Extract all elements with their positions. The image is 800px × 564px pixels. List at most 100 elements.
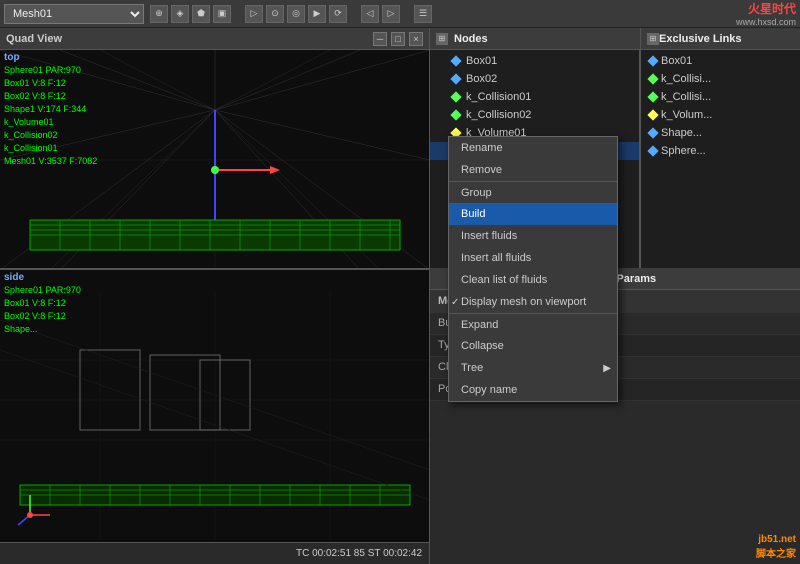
exc-label-1: k_Collisi... <box>661 73 711 85</box>
ctx-label-0: Rename <box>461 142 503 154</box>
node-label-0: Box01 <box>466 55 497 67</box>
mesh-dropdown[interactable]: Mesh01 <box>4 4 144 24</box>
ctx-item-1[interactable]: Remove <box>449 159 617 181</box>
toolbar-icon-5[interactable]: ▷ <box>245 5 263 23</box>
timecode-text: TC 00:02:51 85 ST 00:02:42 <box>296 548 422 559</box>
node-icon-2 <box>450 91 462 103</box>
vp-top-info-line-6: k_Collision01 <box>4 142 97 155</box>
exclusive-title: Exclusive Links <box>659 33 742 45</box>
vp-top-info-line-4: k_Volume01 <box>4 116 97 129</box>
exc-item-3[interactable]: k_Volum... <box>641 106 800 124</box>
exc-diamond-3 <box>647 109 658 120</box>
quad-view-header: Quad View ─ □ × <box>0 28 429 50</box>
exc-item-1[interactable]: k_Collisi... <box>641 70 800 88</box>
context-menu: Rename Remove Group Build Insert fluids Inser… <box>448 136 618 402</box>
toolbar-icon-7[interactable]: ◎ <box>287 5 305 23</box>
toolbar-icon-11[interactable]: ▷ <box>382 5 400 23</box>
watermark-site1: 火星时代 <box>748 0 796 17</box>
viewport-side[interactable]: side Sphere01 PAR:970Box01 V:8 F:12Box02… <box>0 270 430 564</box>
diamond-icon-3 <box>450 109 461 120</box>
viewport-side-label: side <box>4 272 24 283</box>
ctx-label-4: Insert fluids <box>461 230 517 242</box>
toolbar-icon-8[interactable]: ▶ <box>308 5 326 23</box>
node-label-3: k_Collision02 <box>466 109 531 121</box>
toolbar-icon-3[interactable]: ⬟ <box>192 5 210 23</box>
vp-top-info-line-0: Sphere01 PAR:970 <box>4 64 97 77</box>
quad-view-title: Quad View <box>6 33 62 45</box>
viewport-top[interactable]: top Sphere01 PAR:970Box01 V:8 F:12Box02 … <box>0 50 430 270</box>
ctx-item-5[interactable]: Insert all fluids <box>449 247 617 269</box>
ctx-label-9: Collapse <box>461 340 504 352</box>
nodes-panel: ⊞ Nodes ─ × Box01Box02k_Collision01k_Col… <box>430 28 800 268</box>
viewport-top-label: top <box>4 52 20 63</box>
ctx-item-10[interactable]: Tree ▶ <box>449 357 617 379</box>
exclusive-list: Box01 k_Collisi... k_Collisi... k_Volum... S… <box>640 50 800 268</box>
toolbar-icon-6[interactable]: ⊙ <box>266 5 284 23</box>
toolbar-icon-12[interactable]: ☰ <box>414 5 432 23</box>
quad-view-controls: ─ □ × <box>373 32 423 46</box>
node-label-2: k_Collision01 <box>466 91 531 103</box>
node-item-1[interactable]: Box02 <box>430 70 639 88</box>
toolbar-icon-9[interactable]: ⟳ <box>329 5 347 23</box>
watermark-site2: www.hxsd.com <box>736 17 796 27</box>
exclusive-icon: ⊞ <box>647 33 659 45</box>
ctx-label-10: Tree <box>461 362 483 374</box>
ctx-label-11: Copy name <box>461 384 517 396</box>
ctx-item-6[interactable]: Clean list of fluids <box>449 269 617 291</box>
ctx-item-3[interactable]: Build <box>449 203 617 225</box>
exc-item-4[interactable]: Shape... <box>641 124 800 142</box>
nodes-icon: ⊞ <box>436 33 448 45</box>
exc-diamond-1 <box>647 73 658 84</box>
vp-top-info-line-3: Shape1 V:174 F:344 <box>4 103 97 116</box>
node-item-2[interactable]: k_Collision01 <box>430 88 639 106</box>
toolbar-icon-10[interactable]: ◁ <box>361 5 379 23</box>
ctx-item-4[interactable]: Insert fluids <box>449 225 617 247</box>
exc-item-5[interactable]: Sphere... <box>641 142 800 160</box>
vp-top-info-line-1: Box01 V:8 F:12 <box>4 77 97 90</box>
vp-top-info-line-5: k_Collision02 <box>4 129 97 142</box>
exc-label-4: Shape... <box>661 127 702 139</box>
ctx-item-8[interactable]: Expand <box>449 313 617 335</box>
top-toolbar: Mesh01 ⊕ ◈ ⬟ ▣ ▷ ⊙ ◎ ▶ ⟳ ◁ ▷ ☰ 火星时代 www.… <box>0 0 800 28</box>
ctx-label-2: Group <box>461 187 492 199</box>
diamond-icon-1 <box>450 73 461 84</box>
timecode-bar: TC 00:02:51 85 ST 00:02:42 <box>0 542 430 564</box>
toolbar-icon-2[interactable]: ◈ <box>171 5 189 23</box>
node-label-1: Box02 <box>466 73 497 85</box>
ctx-item-9[interactable]: Collapse <box>449 335 617 357</box>
vp-side-info-line-0: Sphere01 PAR:970 <box>4 284 81 297</box>
exc-item-0[interactable]: Box01 <box>641 52 800 70</box>
ctx-label-3: Build <box>461 208 485 220</box>
exc-diamond-5 <box>647 145 658 156</box>
checkmark-icon-7: ✓ <box>451 297 459 308</box>
submenu-arrow-icon-10: ▶ <box>603 363 611 374</box>
quad-view-min[interactable]: ─ <box>373 32 387 46</box>
exc-item-2[interactable]: k_Collisi... <box>641 88 800 106</box>
logo-area: jb51.net 脚本之家 <box>756 534 796 560</box>
vp-side-info-line-2: Box02 V:8 F:12 <box>4 310 81 323</box>
right-panel: ⊞ Nodes ─ × Box01Box02k_Collision01k_Col… <box>430 28 800 564</box>
ctx-item-0[interactable]: Rename <box>449 137 617 159</box>
logo-text-1: jb51.net <box>758 534 796 545</box>
toolbar-icon-1[interactable]: ⊕ <box>150 5 168 23</box>
vp-side-info-line-1: Box01 V:8 F:12 <box>4 297 81 310</box>
diamond-icon-0 <box>450 55 461 66</box>
node-item-0[interactable]: Box01 <box>430 52 639 70</box>
diamond-icon-2 <box>450 91 461 102</box>
ctx-item-11[interactable]: Copy name <box>449 379 617 401</box>
ctx-label-6: Clean list of fluids <box>461 274 547 286</box>
exc-label-5: Sphere... <box>661 145 706 157</box>
quad-view-max[interactable]: □ <box>391 32 405 46</box>
quad-view: Quad View ─ □ × <box>0 28 430 564</box>
exc-diamond-2 <box>647 91 658 102</box>
node-item-3[interactable]: k_Collision02 <box>430 106 639 124</box>
vp-top-info-line-2: Box02 V:8 F:12 <box>4 90 97 103</box>
exc-label-0: Box01 <box>661 55 692 67</box>
toolbar-icon-4[interactable]: ▣ <box>213 5 231 23</box>
ctx-item-7[interactable]: ✓Display mesh on viewport <box>449 291 617 313</box>
quad-view-close[interactable]: × <box>409 32 423 46</box>
ctx-label-8: Expand <box>461 319 498 331</box>
ctx-label-5: Insert all fluids <box>461 252 531 264</box>
exc-label-2: k_Collisi... <box>661 91 711 103</box>
ctx-item-2[interactable]: Group <box>449 181 617 203</box>
